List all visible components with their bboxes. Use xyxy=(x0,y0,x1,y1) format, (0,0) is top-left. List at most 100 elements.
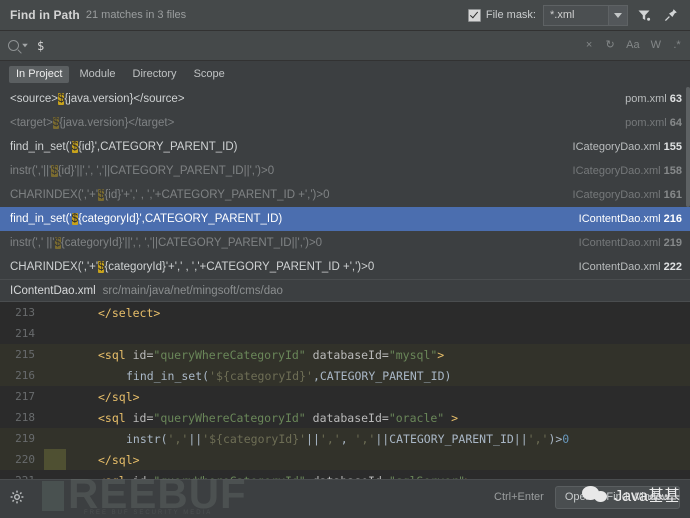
result-prefix: <source> xyxy=(10,93,58,105)
result-row[interactable]: find_in_set('${categoryId}',CATEGORY_PAR… xyxy=(0,207,690,231)
result-row[interactable]: instr(','||'${id}'||',', ','||CATEGORY_P… xyxy=(0,159,690,183)
fold-gutter[interactable] xyxy=(44,407,66,428)
page-title: Find in Path xyxy=(10,8,80,22)
file-mask-checkbox[interactable] xyxy=(467,8,481,22)
breadcrumb-path: src/main/java/net/mingsoft/cms/dao xyxy=(102,284,283,297)
search-bar[interactable]: $ × ↻ Aa W .* xyxy=(0,31,690,61)
fold-gutter[interactable] xyxy=(44,449,66,470)
result-suffix: {id}',CATEGORY_PARENT_ID) xyxy=(78,141,238,153)
file-mask-group: File mask: *.xml xyxy=(467,4,628,26)
code-token: 0 xyxy=(562,431,570,446)
result-match-text: CHARINDEX(','+'${id}'+',' , ','+CATEGORY… xyxy=(10,189,563,201)
result-match-text: CHARINDEX(','+'${categoryId}'+',' , ','+… xyxy=(10,261,569,273)
code-line[interactable]: 215 <sql id="queryWhereCategoryId" databa… xyxy=(0,344,690,365)
fold-gutter[interactable] xyxy=(44,365,66,386)
result-row[interactable]: find_in_set('${id}',CATEGORY_PARENT_ID) I… xyxy=(0,135,690,159)
breadcrumb: IContentDao.xml src/main/java/net/mingso… xyxy=(0,279,690,301)
code-token: ',' xyxy=(167,431,189,446)
result-row[interactable]: instr(',' ||'${categoryId}'||',', ','||C… xyxy=(0,231,690,255)
search-history-icon[interactable]: ↻ xyxy=(605,40,615,51)
code-text: </sql> xyxy=(66,390,140,404)
result-file-meta: ICategoryDao.xml 155 xyxy=(563,141,682,153)
result-prefix: instr(',' ||' xyxy=(10,237,55,249)
result-row[interactable]: CHARINDEX(','+'${id}'+',' , ','+CATEGORY… xyxy=(0,183,690,207)
code-token: find_in_set( xyxy=(126,368,210,383)
code-preview[interactable]: 213 </select> 214 215 <sql id="queryWhereCat… xyxy=(0,301,690,479)
code-line[interactable]: 221<sql id="queryWhereCategoryId" databa… xyxy=(0,470,690,480)
result-row[interactable]: CHARINDEX(','+'${categoryId}'+',' , ','+… xyxy=(0,255,690,279)
result-prefix: find_in_set(' xyxy=(10,141,72,153)
code-token: > xyxy=(437,347,445,362)
fold-gutter[interactable] xyxy=(44,344,66,365)
scope-tabs: In Project Module Directory Scope xyxy=(0,61,690,87)
result-file-meta: IContentDao.xml 216 xyxy=(569,213,682,225)
chevron-down-icon xyxy=(614,12,622,18)
code-token: , xyxy=(340,431,355,446)
result-file-name: ICategoryDao.xml xyxy=(572,189,661,201)
fold-gutter[interactable] xyxy=(44,302,66,323)
code-token: ',' xyxy=(319,431,341,446)
result-suffix: {id}'+',' , ','+CATEGORY_PARENT_ID +',')… xyxy=(104,189,330,201)
code-line[interactable]: 218 <sql id="queryWhereCategoryId" databa… xyxy=(0,407,690,428)
fold-gutter[interactable] xyxy=(44,386,66,407)
search-input[interactable]: $ xyxy=(37,39,584,53)
result-match-text: instr(','||'${id}'||',', ','||CATEGORY_P… xyxy=(10,165,563,177)
code-token: || xyxy=(188,431,203,446)
code-line[interactable]: 214 xyxy=(0,323,690,344)
pin-icon[interactable] xyxy=(660,4,682,26)
fold-gutter[interactable] xyxy=(44,323,66,344)
match-case-icon[interactable]: Aa xyxy=(626,40,639,51)
code-line[interactable]: 220 </sql> xyxy=(0,449,690,470)
code-token: ,CATEGORY_PARENT_ID) xyxy=(312,368,452,383)
fold-gutter[interactable] xyxy=(44,428,66,449)
line-number: 219 xyxy=(15,432,35,445)
tab-module[interactable]: Module xyxy=(72,66,122,83)
code-line[interactable]: 213 </select> xyxy=(0,302,690,323)
code-line[interactable]: 217 </sql> xyxy=(0,386,690,407)
line-number: 216 xyxy=(15,369,35,382)
result-file-meta: ICategoryDao.xml 158 xyxy=(563,165,682,177)
code-token: ||CATEGORY_PARENT_ID|| xyxy=(375,431,528,446)
file-mask-dropdown-arrow[interactable] xyxy=(608,5,627,25)
code-text: <sql id="queryWhereCategoryId" databaseI… xyxy=(66,411,458,425)
line-number: 220 xyxy=(15,453,35,466)
open-in-find-window-button[interactable]: Open in Find Window xyxy=(554,485,680,509)
clear-search-icon[interactable]: × xyxy=(584,40,594,51)
code-token: <sql xyxy=(98,347,133,362)
results-scrollbar[interactable] xyxy=(686,87,690,207)
search-options-chevron-icon[interactable] xyxy=(22,43,28,48)
file-mask-label: File mask: xyxy=(485,9,536,21)
code-text: </sql> xyxy=(66,453,140,467)
result-suffix: {categoryId}',CATEGORY_PARENT_ID) xyxy=(78,213,283,225)
code-token: "queryWhereCategoryId" xyxy=(153,410,306,425)
code-line[interactable]: 219 instr(','||'${categoryId}'||',', ','|… xyxy=(0,428,690,449)
search-icon[interactable] xyxy=(8,40,29,51)
result-line-number: 222 xyxy=(663,261,682,273)
gear-icon[interactable] xyxy=(10,490,24,504)
result-row[interactable]: <target>${java.version}</target> pom.xml … xyxy=(0,111,690,135)
whole-words-icon[interactable]: W xyxy=(651,40,661,51)
regex-icon[interactable]: .* xyxy=(672,40,682,51)
line-number: 213 xyxy=(15,306,35,319)
result-line-number: 219 xyxy=(663,237,682,249)
search-action-icons: × ↻ Aa W .* xyxy=(584,40,682,51)
code-line[interactable]: 216 find_in_set('${categoryId}',CATEGORY_… xyxy=(0,365,690,386)
fold-gutter[interactable] xyxy=(44,470,66,479)
result-suffix: {id}'||',', ','||CATEGORY_PARENT_ID||','… xyxy=(57,165,275,177)
result-suffix: {categoryId}'||',', ','||CATEGORY_PARENT… xyxy=(60,237,323,249)
dialog-header: Find in Path 21 matches in 3 files File … xyxy=(0,0,690,31)
file-mask-value[interactable]: *.xml xyxy=(544,5,608,25)
tab-directory[interactable]: Directory xyxy=(126,66,184,83)
results-list[interactable]: <source>${java.version}</source> pom.xml … xyxy=(0,87,690,279)
result-row[interactable]: <source>${java.version}</source> pom.xml … xyxy=(0,87,690,111)
code-token: id= xyxy=(132,347,154,362)
filter-icon[interactable] xyxy=(633,4,655,26)
result-file-meta: ICategoryDao.xml 161 xyxy=(563,189,682,201)
line-number: 215 xyxy=(15,348,35,361)
file-mask-combo[interactable]: *.xml xyxy=(543,4,628,26)
code-token: </select> xyxy=(98,305,161,320)
result-file-name: pom.xml xyxy=(625,117,667,129)
tab-in-project[interactable]: In Project xyxy=(9,65,70,83)
code-token: <sql xyxy=(98,410,133,425)
tab-scope[interactable]: Scope xyxy=(187,66,232,83)
